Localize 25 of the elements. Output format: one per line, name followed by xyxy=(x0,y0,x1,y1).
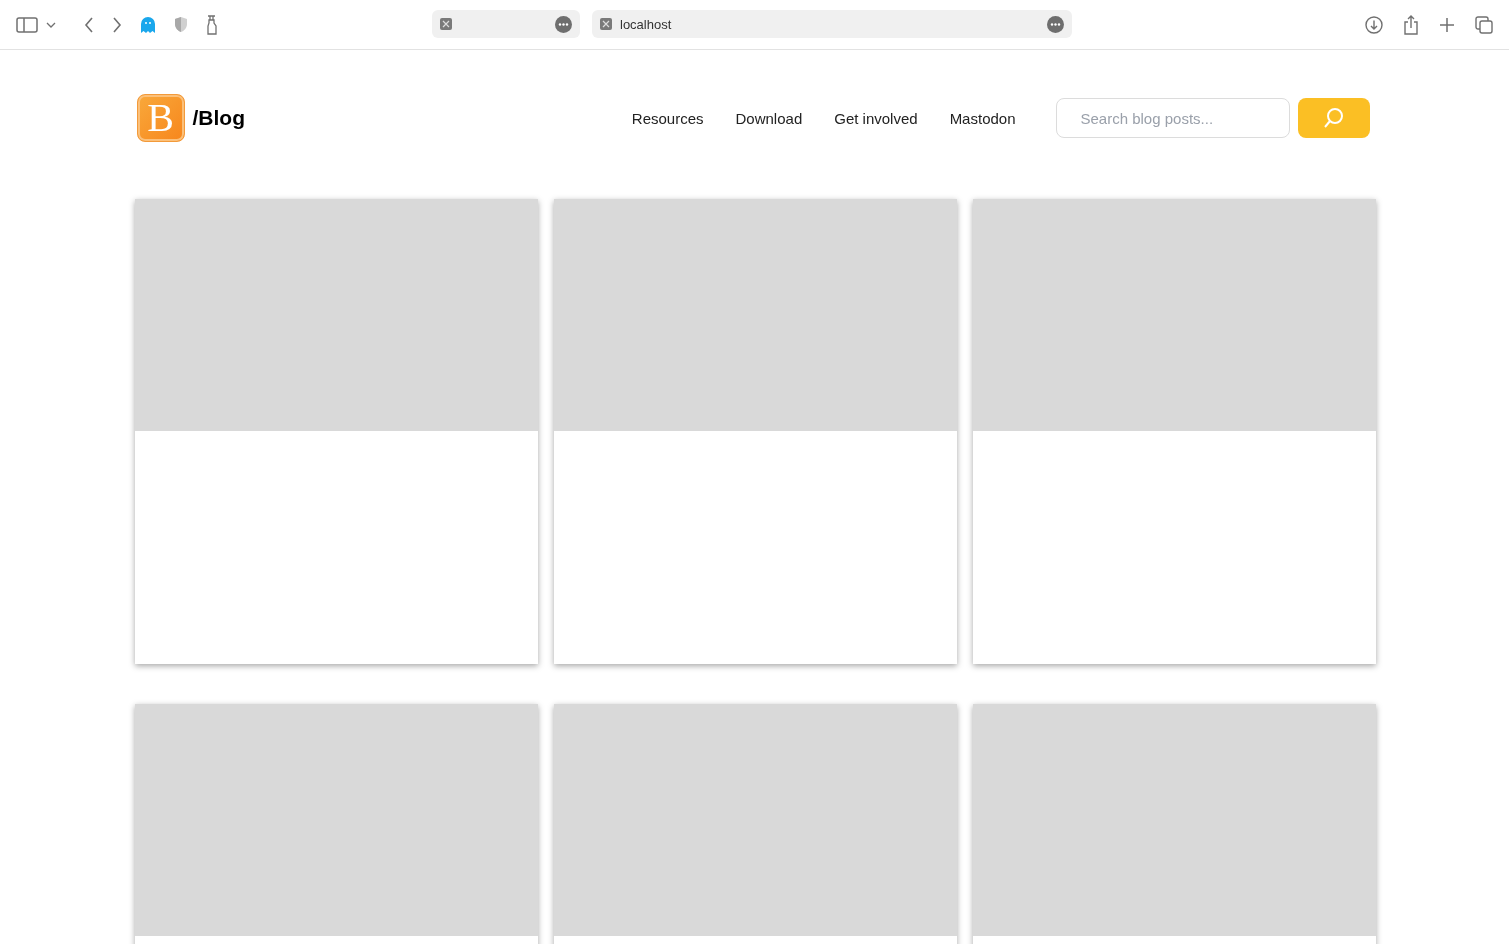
more-icon[interactable] xyxy=(1047,15,1064,33)
favicon-icon xyxy=(600,18,612,30)
plus-icon[interactable] xyxy=(1439,16,1455,33)
back-icon[interactable] xyxy=(84,16,94,33)
tab-title: localhost xyxy=(620,16,672,32)
site-title[interactable]: /Blog xyxy=(192,106,245,130)
nav-link[interactable]: Get involved xyxy=(834,109,918,127)
download-icon[interactable] xyxy=(1365,15,1383,34)
ghost-icon[interactable] xyxy=(140,15,156,34)
shield-icon[interactable] xyxy=(174,16,188,33)
spray-bottle-icon[interactable] xyxy=(206,14,218,35)
nav-link[interactable]: Mastodon xyxy=(949,109,1016,127)
share-icon[interactable] xyxy=(1403,14,1419,35)
chevron-down-icon[interactable] xyxy=(46,21,56,28)
nav-link[interactable]: Download xyxy=(735,109,803,127)
sidebar-icon[interactable] xyxy=(16,16,38,33)
browser-tab[interactable] xyxy=(432,10,580,38)
tabs-overview-icon[interactable] xyxy=(1475,15,1493,34)
favicon-icon xyxy=(440,18,452,30)
browser-tab[interactable]: localhost xyxy=(592,10,1072,38)
more-icon[interactable] xyxy=(555,15,572,33)
forward-icon[interactable] xyxy=(112,16,122,33)
search-icon xyxy=(1322,107,1345,129)
nav-link[interactable]: Resources xyxy=(631,109,704,127)
search-field[interactable]: Search blog posts... xyxy=(1055,98,1290,138)
